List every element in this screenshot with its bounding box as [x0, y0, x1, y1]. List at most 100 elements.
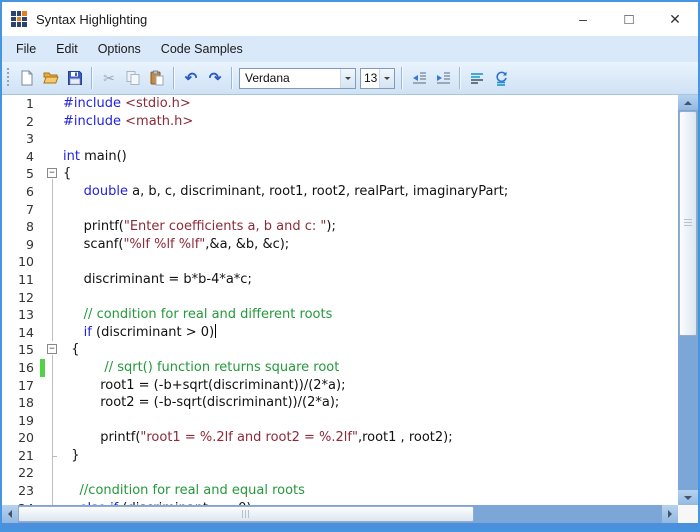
paste-button[interactable] — [145, 66, 169, 90]
font-family-dropdown-button[interactable] — [340, 69, 355, 88]
code-text[interactable]: printf("root1 = %.2lf and root2 = %.2lf"… — [61, 429, 453, 447]
code-text[interactable] — [61, 201, 63, 219]
code-line[interactable]: 6 double a, b, c, discriminant, root1, r… — [2, 183, 678, 201]
menu-edit[interactable]: Edit — [46, 36, 88, 62]
close-button[interactable]: ✕ — [652, 2, 698, 36]
code-text[interactable]: { — [61, 165, 71, 183]
line-number[interactable]: 5 — [2, 165, 40, 183]
line-number[interactable]: 20 — [2, 429, 40, 447]
code-line[interactable]: 20 printf("root1 = %.2lf and root2 = %.2… — [2, 429, 678, 447]
line-number[interactable]: 1 — [2, 95, 40, 113]
syntax-highlight-button[interactable] — [465, 66, 489, 90]
copy-button[interactable] — [121, 66, 145, 90]
code-line[interactable]: 7 — [2, 201, 678, 219]
code-text[interactable]: double a, b, c, discriminant, root1, roo… — [61, 183, 508, 201]
code-text[interactable]: root1 = (-b+sqrt(discriminant))/(2*a); — [61, 377, 345, 395]
open-file-button[interactable] — [39, 66, 63, 90]
code-line[interactable]: 9 scanf("%lf %lf %lf",&a, &b, &c); — [2, 236, 678, 254]
vertical-scrollbar[interactable] — [678, 95, 698, 505]
code-line[interactable]: 16 // sqrt() function returns square roo… — [2, 359, 678, 377]
code-text[interactable] — [61, 412, 63, 430]
fold-collapse-icon[interactable]: − — [47, 168, 57, 178]
code-text[interactable]: if (discriminant > 0) — [61, 324, 216, 342]
scroll-left-button[interactable] — [2, 505, 18, 523]
cut-button[interactable]: ✂ — [97, 66, 121, 90]
toolbar-grip[interactable] — [7, 68, 11, 88]
undo-button[interactable]: ↶ — [179, 66, 203, 90]
menu-file[interactable]: File — [6, 36, 46, 62]
code-line[interactable]: 5−{ — [2, 165, 678, 183]
code-text[interactable]: } — [61, 447, 80, 465]
font-family-combobox[interactable]: Verdana — [239, 68, 356, 89]
line-number[interactable]: 7 — [2, 201, 40, 219]
decrease-indent-button[interactable] — [407, 66, 431, 90]
code-text[interactable] — [61, 289, 63, 307]
vertical-scroll-thumb[interactable] — [679, 111, 697, 336]
code-line[interactable]: 4 int main() — [2, 148, 678, 166]
line-number[interactable]: 6 — [2, 183, 40, 201]
scroll-right-button[interactable] — [662, 505, 678, 523]
code-text[interactable]: // sqrt() function returns square root — [61, 359, 339, 377]
clear-highlight-button[interactable] — [489, 66, 513, 90]
line-number[interactable]: 13 — [2, 306, 40, 324]
line-number[interactable]: 4 — [2, 148, 40, 166]
code-line[interactable]: 14 if (discriminant > 0) — [2, 324, 678, 342]
horizontal-scroll-thumb[interactable] — [18, 506, 474, 522]
code-line[interactable]: 17 root1 = (-b+sqrt(discriminant))/(2*a)… — [2, 377, 678, 395]
code-line[interactable]: 12 — [2, 289, 678, 307]
code-text[interactable]: { — [61, 341, 80, 359]
code-line[interactable]: 22 — [2, 464, 678, 482]
increase-indent-button[interactable] — [431, 66, 455, 90]
line-number[interactable]: 3 — [2, 130, 40, 148]
code-line[interactable]: 3 — [2, 130, 678, 148]
code-line[interactable]: 19 — [2, 412, 678, 430]
line-number[interactable]: 10 — [2, 253, 40, 271]
code-text[interactable]: // condition for real and different root… — [61, 306, 332, 324]
line-number[interactable]: 11 — [2, 271, 40, 289]
fold-collapse-icon[interactable]: − — [47, 344, 57, 354]
line-number[interactable]: 16 — [2, 359, 40, 377]
minimize-button[interactable]: – — [560, 2, 606, 36]
font-size-combobox[interactable]: 13 — [360, 68, 395, 89]
line-number[interactable]: 18 — [2, 394, 40, 412]
menu-code-samples[interactable]: Code Samples — [151, 36, 253, 62]
code-line[interactable]: 10 — [2, 253, 678, 271]
code-text[interactable] — [61, 130, 63, 148]
line-number[interactable]: 19 — [2, 412, 40, 430]
code-editor[interactable]: 1 #include <stdio.h> 2 #include <math.h> 34 i… — [2, 95, 678, 505]
line-number[interactable]: 22 — [2, 464, 40, 482]
line-number[interactable]: 2 — [2, 113, 40, 131]
code-text[interactable]: #include <math.h> — [61, 113, 193, 131]
line-number[interactable]: 12 — [2, 289, 40, 307]
menu-options[interactable]: Options — [88, 36, 151, 62]
code-line[interactable]: 1 #include <stdio.h> — [2, 95, 678, 113]
redo-button[interactable]: ↷ — [203, 66, 227, 90]
code-line[interactable]: 18 root2 = (-b-sqrt(discriminant))/(2*a)… — [2, 394, 678, 412]
code-line[interactable]: 23 //condition for real and equal roots — [2, 482, 678, 500]
code-text[interactable]: printf("Enter coefficients a, b and c: "… — [61, 218, 336, 236]
code-text[interactable]: int main() — [61, 148, 127, 166]
line-number[interactable]: 14 — [2, 324, 40, 342]
code-line[interactable]: 2 #include <math.h> — [2, 113, 678, 131]
new-file-button[interactable] — [15, 66, 39, 90]
code-text[interactable]: scanf("%lf %lf %lf",&a, &b, &c); — [61, 236, 289, 254]
horizontal-scrollbar[interactable] — [2, 505, 678, 523]
code-line[interactable]: 11 discriminant = b*b-4*a*c; — [2, 271, 678, 289]
line-number[interactable]: 9 — [2, 236, 40, 254]
code-text[interactable] — [61, 464, 63, 482]
code-line[interactable]: 8 printf("Enter coefficients a, b and c:… — [2, 218, 678, 236]
code-text[interactable]: //condition for real and equal roots — [61, 482, 305, 500]
line-number[interactable]: 23 — [2, 482, 40, 500]
line-number[interactable]: 8 — [2, 218, 40, 236]
code-line[interactable]: 13 // condition for real and different r… — [2, 306, 678, 324]
code-line[interactable]: 15− { — [2, 341, 678, 359]
code-text[interactable]: #include <stdio.h> — [61, 95, 191, 113]
font-size-dropdown-button[interactable] — [379, 69, 394, 88]
line-number[interactable]: 15 — [2, 341, 40, 359]
code-text[interactable]: root2 = (-b-sqrt(discriminant))/(2*a); — [61, 394, 339, 412]
line-number[interactable]: 21 — [2, 447, 40, 465]
save-file-button[interactable] — [63, 66, 87, 90]
maximize-button[interactable]: □ — [606, 2, 652, 36]
code-text[interactable]: discriminant = b*b-4*a*c; — [61, 271, 252, 289]
scroll-up-button[interactable] — [678, 95, 698, 110]
